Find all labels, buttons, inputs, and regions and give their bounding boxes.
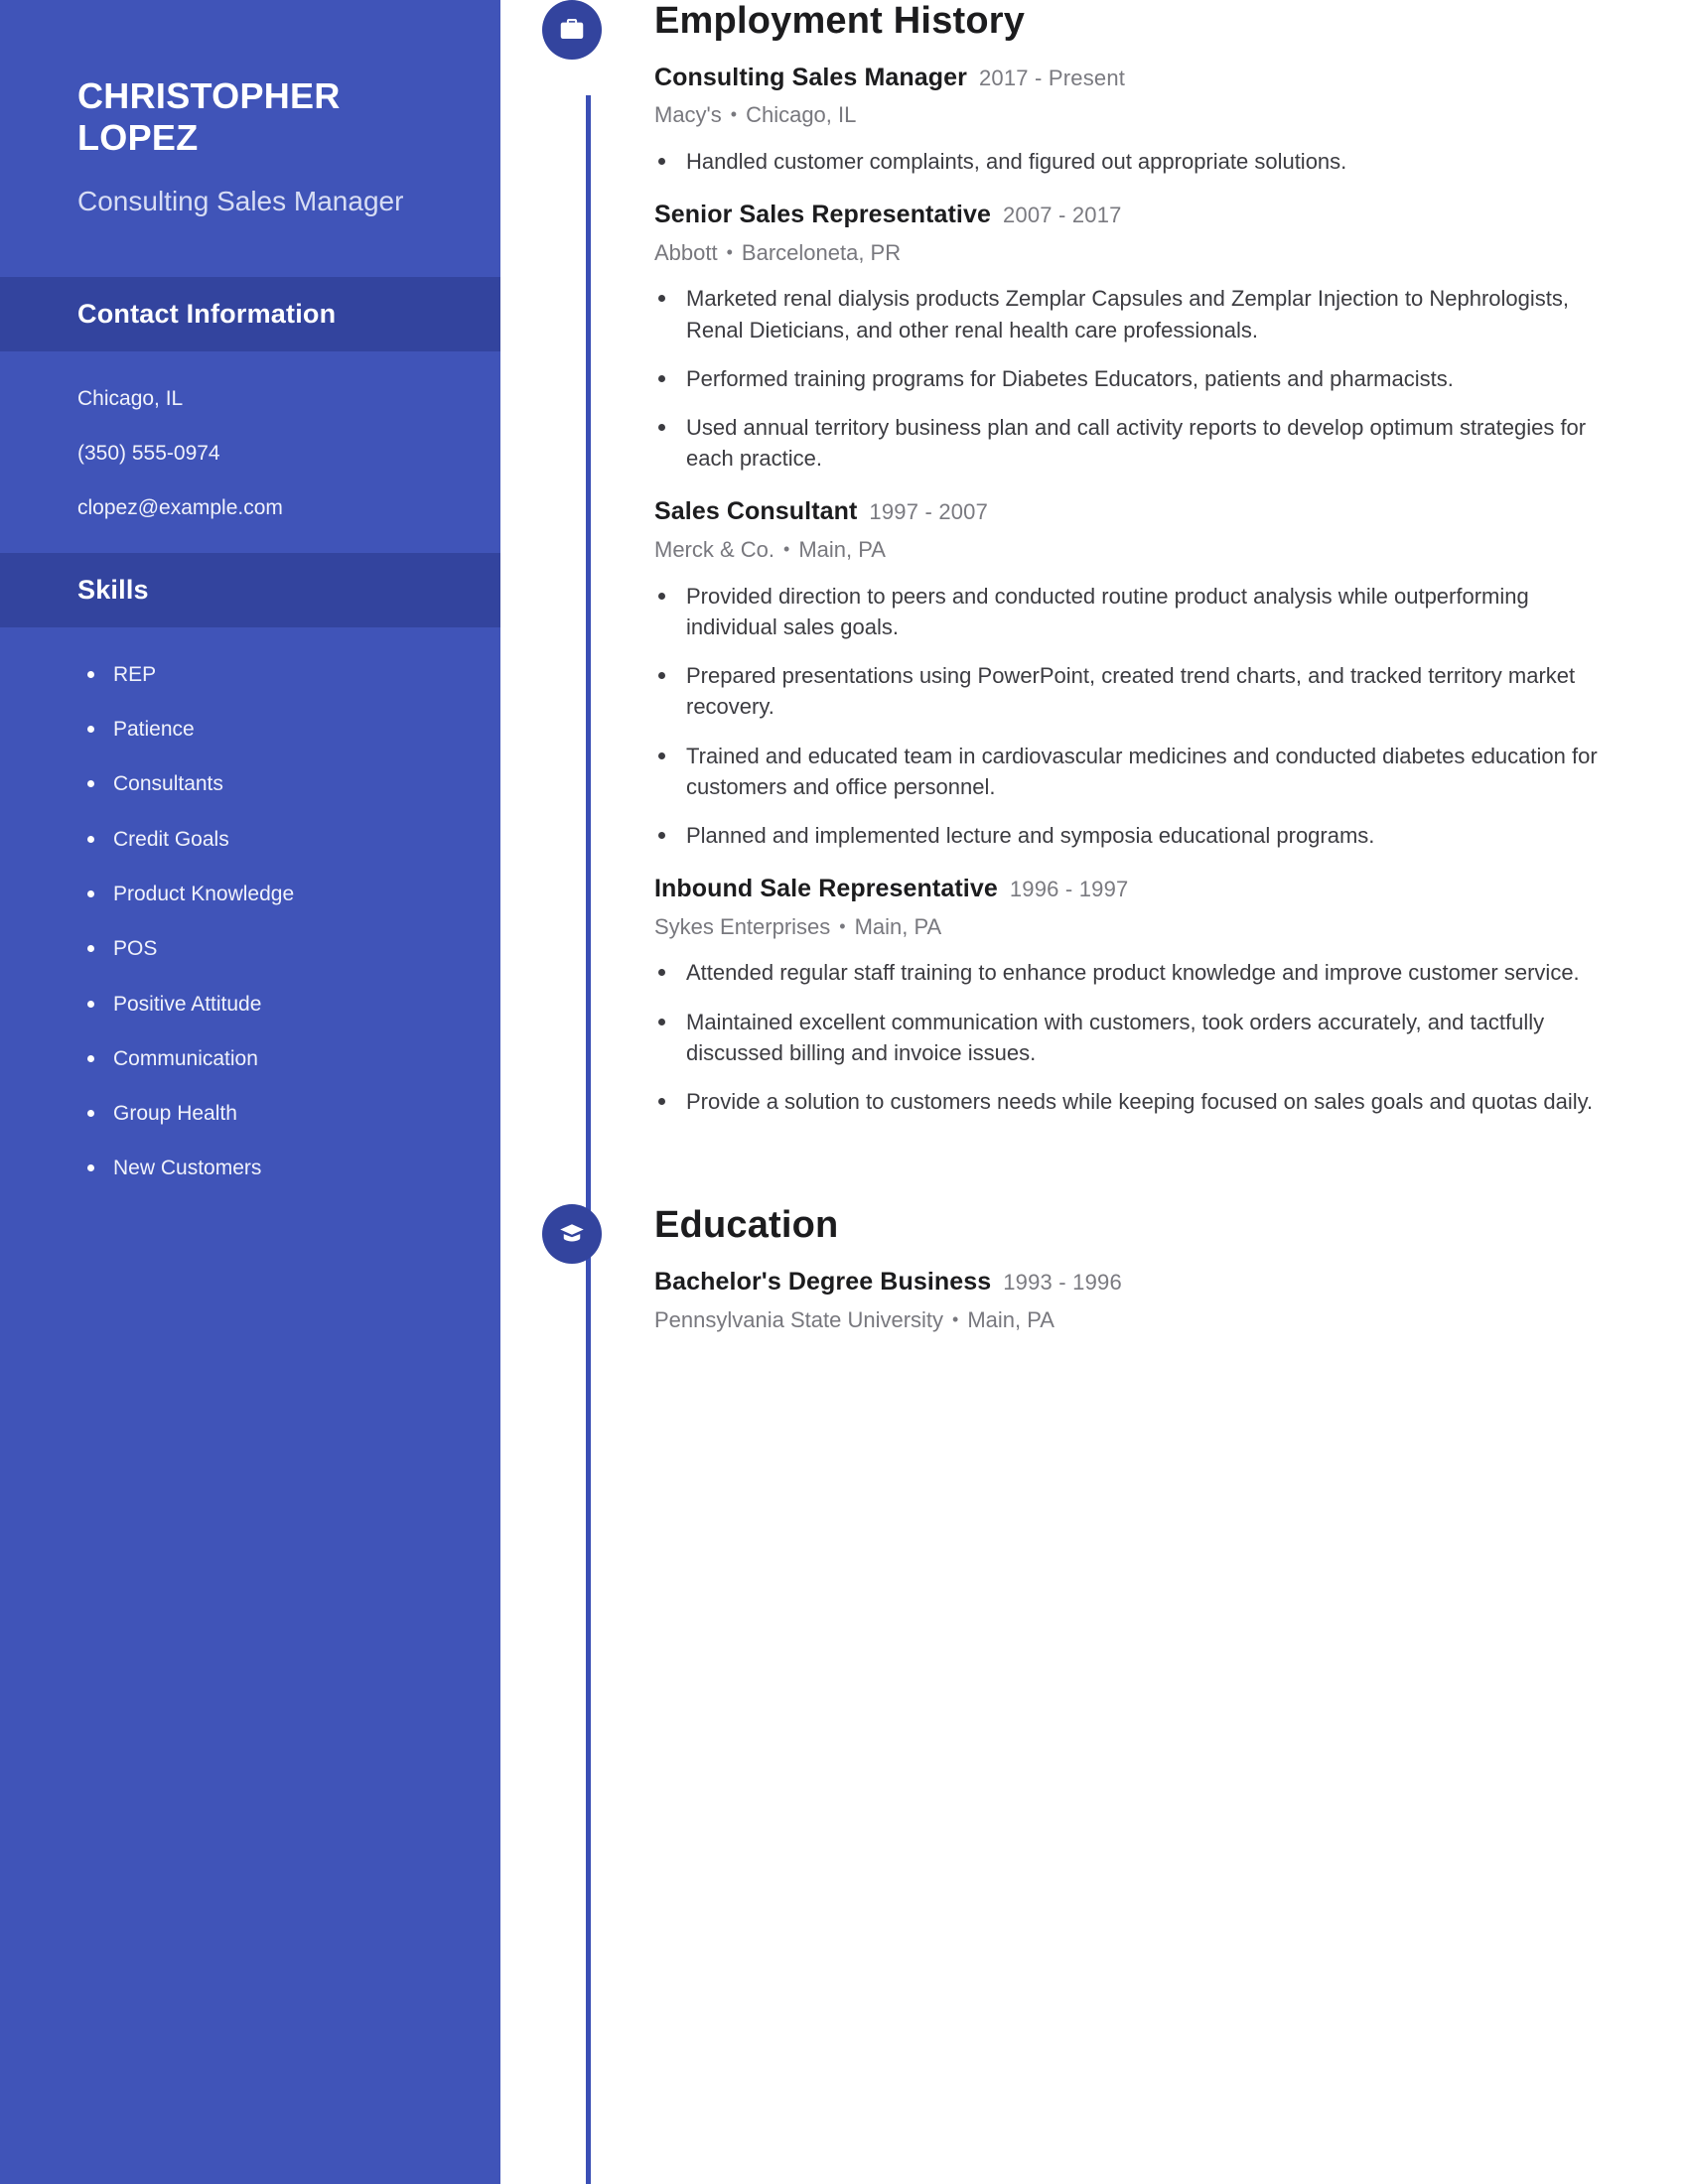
employment-company-location: Sykes Enterprises • Main, PA bbox=[654, 912, 1611, 942]
education-section: Education Bachelor's Degree Business 1993… bbox=[542, 1204, 1611, 1334]
skill-item: Product Knowledge bbox=[85, 881, 441, 907]
resume-page: CHRISTOPHER LOPEZ Consulting Sales Manag… bbox=[0, 0, 1688, 2184]
education-school-location: Pennsylvania State University • Main, PA bbox=[654, 1305, 1611, 1335]
contact-location: Chicago, IL bbox=[77, 386, 184, 410]
education-entry: Bachelor's Degree Business 1993 - 1996 Pe… bbox=[654, 1266, 1611, 1334]
employment-bullet: Planned and implemented lecture and symp… bbox=[654, 820, 1611, 851]
candidate-name: CHRISTOPHER LOPEZ bbox=[77, 75, 341, 159]
employment-bullet: Provided direction to peers and conducte… bbox=[654, 581, 1611, 642]
contact-information-heading: Contact Information bbox=[0, 276, 500, 351]
employment-entry-head: Consulting Sales Manager 2017 - Present bbox=[654, 62, 1611, 94]
employment-company: Macy's bbox=[654, 102, 722, 128]
skill-item: Group Health bbox=[85, 1100, 441, 1127]
employment-bullet: Prepared presentations using PowerPoint,… bbox=[654, 660, 1611, 722]
employment-bullet: Handled customer complaints, and figured… bbox=[654, 146, 1611, 177]
graduation-cap-icon bbox=[542, 1204, 602, 1265]
education-location: Main, PA bbox=[967, 1306, 1055, 1332]
employment-bullets: Provided direction to peers and conducte… bbox=[654, 581, 1611, 852]
employment-company: Sykes Enterprises bbox=[654, 913, 831, 939]
sidebar: CHRISTOPHER LOPEZ Consulting Sales Manag… bbox=[0, 0, 500, 2184]
employment-job-dates: 2007 - 2017 bbox=[1002, 203, 1122, 228]
education-header: Education bbox=[542, 1204, 1611, 1265]
separator-dot: • bbox=[783, 538, 790, 559]
employment-location: Chicago, IL bbox=[746, 102, 857, 128]
contact-email[interactable]: clopez@example.com bbox=[77, 494, 441, 522]
employment-job-title: Consulting Sales Manager bbox=[654, 63, 967, 91]
employment-bullets: Marketed renal dialysis products Zemplar… bbox=[654, 283, 1611, 474]
skill-item: Positive Attitude bbox=[85, 991, 441, 1018]
employment-company: Abbott bbox=[654, 239, 718, 265]
employment-entry-head: Sales Consultant 1997 - 2007 bbox=[654, 495, 1611, 528]
employment-bullet: Performed training programs for Diabetes… bbox=[654, 363, 1611, 394]
main-column: Employment History Consulting Sales Mana… bbox=[500, 0, 1688, 2184]
briefcase-icon bbox=[542, 0, 602, 60]
employment-history-header: Employment History bbox=[542, 0, 1611, 60]
employment-bullet: Marketed renal dialysis products Zemplar… bbox=[654, 283, 1611, 344]
separator-dot: • bbox=[839, 915, 846, 936]
employment-history-section: Employment History Consulting Sales Mana… bbox=[542, 0, 1611, 1117]
employment-bullet: Trained and educated team in cardiovascu… bbox=[654, 741, 1611, 802]
employment-location: Barceloneta, PR bbox=[741, 239, 902, 265]
separator-dot: • bbox=[952, 1308, 959, 1329]
employment-job-dates: 2017 - Present bbox=[978, 65, 1126, 90]
education-degree: Bachelor's Degree Business bbox=[654, 1268, 992, 1297]
employment-history-title: Employment History bbox=[654, 0, 1026, 42]
skills-heading: Skills bbox=[0, 552, 500, 627]
candidate-role: Consulting Sales Manager bbox=[77, 185, 404, 216]
education-dates: 1993 - 1996 bbox=[1003, 1270, 1122, 1296]
skill-item: POS bbox=[85, 935, 441, 962]
employment-job-title: Senior Sales Representative bbox=[654, 201, 991, 229]
employment-entry-head: Senior Sales Representative 2007 - 2017 bbox=[654, 199, 1611, 231]
employment-location: Main, PA bbox=[854, 913, 942, 939]
employment-bullets: Attended regular staff training to enhan… bbox=[654, 957, 1611, 1117]
employment-company: Merck & Co. bbox=[654, 536, 775, 562]
employment-entry: Inbound Sale Representative 1996 - 1997 S… bbox=[654, 873, 1611, 1117]
separator-dot: • bbox=[726, 241, 733, 262]
employment-job-title: Inbound Sale Representative bbox=[654, 875, 998, 903]
education-entry-head: Bachelor's Degree Business 1993 - 1996 bbox=[654, 1266, 1611, 1298]
employment-entry-head: Inbound Sale Representative 1996 - 1997 bbox=[654, 873, 1611, 905]
separator-dot: • bbox=[730, 104, 738, 125]
employment-entry: Sales Consultant 1997 - 2007 Merck & Co. •… bbox=[654, 495, 1611, 851]
contact-list: Chicago, IL (350) 555-0974 clopez@exampl… bbox=[0, 351, 500, 553]
skill-item: REP bbox=[85, 661, 441, 688]
employment-company-location: Merck & Co. • Main, PA bbox=[654, 535, 1611, 565]
employment-bullet: Used annual territory business plan and … bbox=[654, 412, 1611, 474]
education-title: Education bbox=[654, 1204, 839, 1247]
employment-job-dates: 1997 - 2007 bbox=[869, 499, 989, 525]
employment-bullets: Handled customer complaints, and figured… bbox=[654, 146, 1611, 177]
employment-job-title: Sales Consultant bbox=[654, 497, 858, 526]
employment-bullet: Maintained excellent communication with … bbox=[654, 1007, 1611, 1068]
education-school: Pennsylvania State University bbox=[654, 1306, 944, 1332]
skills-list: REP Patience Consultants Credit Goals Pr… bbox=[0, 627, 500, 1212]
content-area: Employment History Consulting Sales Mana… bbox=[500, 0, 1688, 1334]
skill-item: Communication bbox=[85, 1045, 441, 1072]
employment-job-dates: 1996 - 1997 bbox=[1009, 877, 1129, 902]
employment-bullet: Provide a solution to customers needs wh… bbox=[654, 1086, 1611, 1117]
employment-company-location: Macy's • Chicago, IL bbox=[654, 100, 1611, 130]
contact-phone[interactable]: (350) 555-0974 bbox=[77, 440, 441, 468]
employment-entry: Consulting Sales Manager 2017 - Present M… bbox=[654, 62, 1611, 177]
employment-location: Main, PA bbox=[798, 536, 886, 562]
skill-item: New Customers bbox=[85, 1155, 441, 1181]
skill-item: Consultants bbox=[85, 770, 441, 797]
employment-bullet: Attended regular staff training to enhan… bbox=[654, 957, 1611, 988]
employment-company-location: Abbott • Barceloneta, PR bbox=[654, 238, 1611, 268]
employment-entry: Senior Sales Representative 2007 - 2017 A… bbox=[654, 199, 1611, 474]
skill-item: Credit Goals bbox=[85, 826, 441, 853]
skill-item: Patience bbox=[85, 716, 441, 743]
